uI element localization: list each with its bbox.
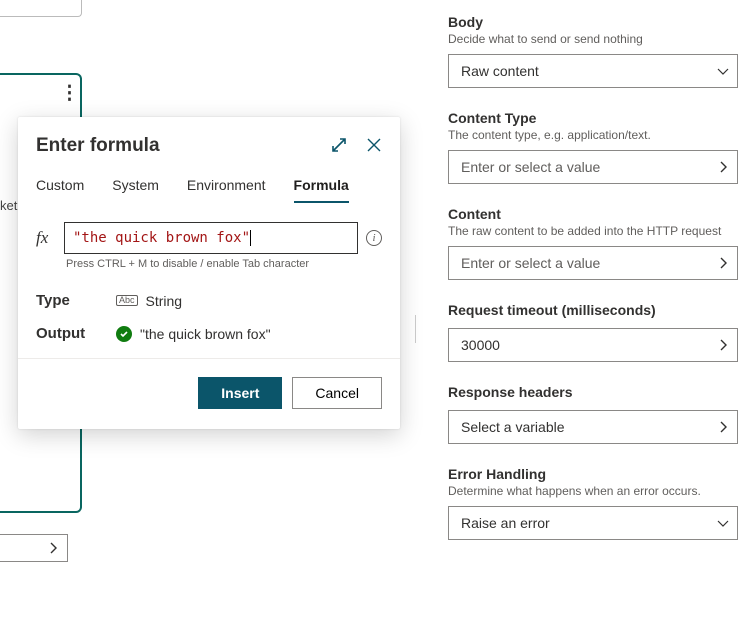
- dialog-tabs: Custom System Environment Formula: [36, 177, 382, 204]
- tab-environment[interactable]: Environment: [187, 177, 266, 203]
- field-error-handling: Error Handling Determine what happens wh…: [448, 466, 738, 540]
- insert-button[interactable]: Insert: [198, 377, 282, 409]
- error-handling-select[interactable]: Raise an error: [448, 506, 738, 540]
- dialog-title: Enter formula: [36, 135, 160, 157]
- type-label: Type: [36, 292, 116, 309]
- cancel-button[interactable]: Cancel: [292, 377, 382, 409]
- more-icon[interactable]: ⋮: [60, 92, 79, 96]
- field-label: Content Type: [448, 110, 738, 126]
- formula-input-value: "the quick brown fox": [73, 230, 250, 246]
- field-label: Body: [448, 14, 738, 30]
- info-icon[interactable]: i: [366, 230, 382, 246]
- output-label: Output: [36, 325, 116, 342]
- field-label: Response headers: [448, 384, 738, 400]
- formula-input[interactable]: "the quick brown fox": [64, 222, 358, 254]
- select-value: 30000: [461, 337, 500, 353]
- chevron-right-icon: [717, 257, 729, 269]
- output-value: "the quick brown fox": [140, 326, 271, 342]
- field-description: The raw content to be added into the HTT…: [448, 224, 738, 238]
- field-description: Determine what happens when an error occ…: [448, 484, 738, 498]
- select-placeholder: Select a variable: [461, 419, 565, 435]
- field-timeout: Request timeout (milliseconds) 30000: [448, 302, 738, 362]
- bg-chevron-box[interactable]: [0, 534, 68, 562]
- content-type-input[interactable]: Enter or select a value: [448, 150, 738, 184]
- bg-text-fragment: ket: [0, 198, 17, 213]
- type-value: String: [146, 293, 183, 309]
- field-response-headers: Response headers Select a variable: [448, 384, 738, 444]
- field-label: Content: [448, 206, 738, 222]
- formula-hint: Press CTRL + M to disable / enable Tab c…: [66, 258, 382, 270]
- close-icon[interactable]: [366, 137, 382, 156]
- properties-panel: Body Decide what to send or send nothing…: [418, 0, 752, 562]
- field-body: Body Decide what to send or send nothing…: [448, 14, 738, 88]
- select-placeholder: Enter or select a value: [461, 159, 600, 175]
- field-content: Content The raw content to be added into…: [448, 206, 738, 280]
- field-label: Error Handling: [448, 466, 738, 482]
- chevron-down-icon: [717, 65, 729, 77]
- select-value: Raw content: [461, 63, 539, 79]
- chevron-right-icon: [717, 339, 729, 351]
- fx-label: fx: [36, 228, 56, 248]
- chevron-right-icon: [47, 542, 59, 554]
- content-input[interactable]: Enter or select a value: [448, 246, 738, 280]
- enter-formula-dialog: Enter formula Custom System Environment …: [18, 117, 400, 429]
- field-description: Decide what to send or send nothing: [448, 32, 738, 46]
- select-placeholder: Enter or select a value: [461, 255, 600, 271]
- vertical-separator: [415, 315, 416, 343]
- select-value: Raise an error: [461, 515, 550, 531]
- tab-custom[interactable]: Custom: [36, 177, 84, 203]
- field-content-type: Content Type The content type, e.g. appl…: [448, 110, 738, 184]
- success-check-icon: [116, 326, 132, 342]
- chevron-right-icon: [717, 421, 729, 433]
- string-type-icon: Abc: [116, 295, 138, 307]
- response-headers-select[interactable]: Select a variable: [448, 410, 738, 444]
- text-caret: [250, 230, 251, 246]
- body-select[interactable]: Raw content: [448, 54, 738, 88]
- bg-card-stub-top: [0, 0, 82, 17]
- field-description: The content type, e.g. application/text.: [448, 128, 738, 142]
- chevron-down-icon: [717, 517, 729, 529]
- field-label: Request timeout (milliseconds): [448, 302, 738, 318]
- tab-formula[interactable]: Formula: [294, 177, 349, 203]
- tab-system[interactable]: System: [112, 177, 159, 203]
- timeout-input[interactable]: 30000: [448, 328, 738, 362]
- chevron-right-icon: [717, 161, 729, 173]
- dialog-divider: [18, 358, 400, 359]
- expand-icon[interactable]: [330, 136, 348, 157]
